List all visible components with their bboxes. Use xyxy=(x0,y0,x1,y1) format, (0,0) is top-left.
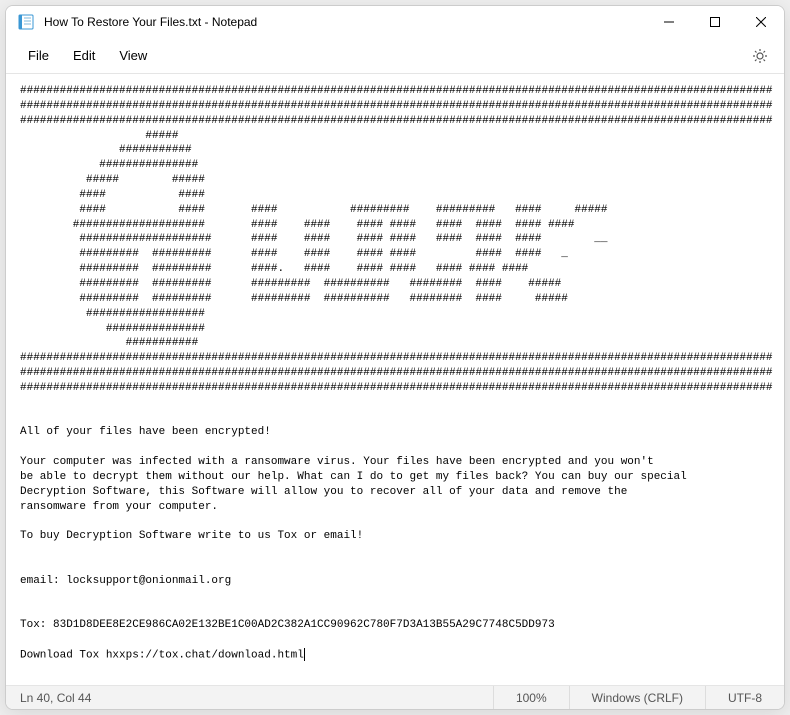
menu-view[interactable]: View xyxy=(107,42,159,69)
minimize-button[interactable] xyxy=(646,6,692,38)
document-text: ########################################… xyxy=(20,85,773,661)
menu-file[interactable]: File xyxy=(16,42,61,69)
settings-button[interactable] xyxy=(746,42,774,70)
statusbar: Ln 40, Col 44 100% Windows (CRLF) UTF-8 xyxy=(6,685,784,709)
text-caret xyxy=(304,648,305,661)
status-encoding: UTF-8 xyxy=(705,686,784,709)
maximize-button[interactable] xyxy=(692,6,738,38)
menubar: File Edit View xyxy=(6,38,784,74)
close-button[interactable] xyxy=(738,6,784,38)
titlebar[interactable]: How To Restore Your Files.txt - Notepad xyxy=(6,6,784,38)
window-title: How To Restore Your Files.txt - Notepad xyxy=(44,15,257,29)
status-position: Ln 40, Col 44 xyxy=(6,691,91,705)
menu-edit[interactable]: Edit xyxy=(61,42,107,69)
notepad-icon xyxy=(18,14,34,30)
status-zoom[interactable]: 100% xyxy=(493,686,569,709)
editor-content[interactable]: ########################################… xyxy=(6,74,784,685)
notepad-window: How To Restore Your Files.txt - Notepad … xyxy=(5,5,785,710)
status-line-ending: Windows (CRLF) xyxy=(569,686,705,709)
gear-icon xyxy=(752,48,768,64)
